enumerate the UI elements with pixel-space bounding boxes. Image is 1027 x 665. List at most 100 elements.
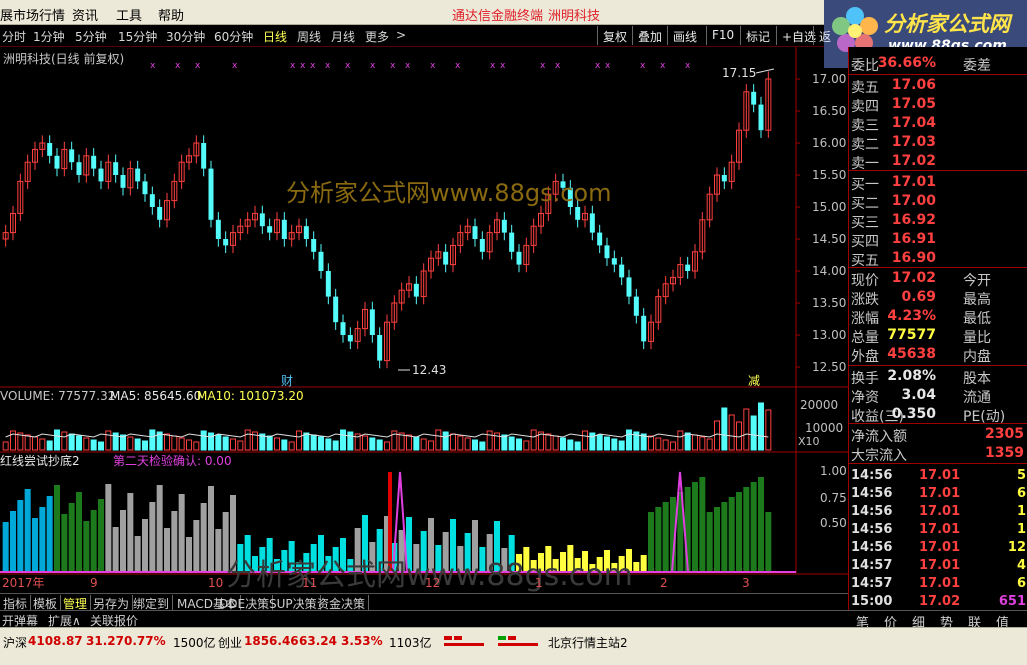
period-15min[interactable]: 15分钟 bbox=[118, 28, 157, 45]
tick-row: 14:57 17.01 6 bbox=[851, 576, 1026, 591]
volume-bar bbox=[61, 431, 68, 451]
indicator-bar bbox=[714, 507, 720, 572]
volume-bar bbox=[618, 440, 625, 451]
candle-body bbox=[201, 143, 207, 169]
volume-bar bbox=[428, 440, 434, 451]
sh-change: 31.27 bbox=[86, 634, 124, 648]
period-more[interactable]: 更多 bbox=[365, 28, 389, 45]
server-name[interactable]: 北京行情主站2 bbox=[548, 634, 628, 651]
draw-button[interactable]: 画线 bbox=[667, 26, 702, 45]
overlay-button[interactable]: 叠加 bbox=[632, 26, 667, 45]
volume-bar bbox=[589, 432, 596, 451]
indicator-signal: 第二天检验确认: 0.00 bbox=[113, 453, 232, 468]
volume-bar bbox=[596, 434, 603, 451]
x-marker: x bbox=[595, 61, 601, 71]
f10-button[interactable]: F10 bbox=[706, 26, 739, 45]
volume-bar bbox=[743, 408, 750, 451]
bid-row: 买五 16.90 bbox=[851, 250, 936, 269]
x-marker: x bbox=[300, 61, 306, 71]
indicator-tab[interactable]: DDE决策 bbox=[216, 595, 274, 611]
volume-bar bbox=[442, 431, 449, 451]
detail-tabs: 笔价细势联值 bbox=[848, 610, 1027, 631]
indicator-tab[interactable]: 指标 bbox=[0, 595, 32, 611]
indicator-bar bbox=[640, 555, 647, 572]
volume-bar bbox=[692, 434, 698, 451]
ind-tick-100: 1.00 bbox=[820, 464, 847, 478]
indicator-tab[interactable]: 绑定到 bbox=[130, 595, 174, 611]
indicator-bar bbox=[721, 502, 728, 572]
indicator-bars bbox=[0, 471, 796, 573]
period-1min[interactable]: 1分钟 bbox=[33, 28, 65, 45]
signal-bar bbox=[388, 472, 392, 572]
candle-body bbox=[758, 104, 764, 131]
ask-row: 卖五 17.06 bbox=[851, 77, 936, 96]
volume-bar bbox=[545, 433, 552, 451]
period-60min[interactable]: 60分钟 bbox=[214, 28, 253, 45]
indicator-bar bbox=[750, 482, 757, 572]
indicator-bar bbox=[10, 511, 16, 572]
volume-bar bbox=[626, 429, 632, 451]
high-label: 17.15 bbox=[722, 66, 756, 80]
candle-body bbox=[597, 232, 603, 246]
volume-bar bbox=[699, 436, 706, 451]
indicator-bar bbox=[699, 477, 706, 572]
cy-pct: 3.53% bbox=[341, 634, 383, 648]
mark-button[interactable]: 标记 bbox=[740, 26, 775, 45]
candle-body bbox=[619, 264, 625, 278]
price-tick: 14.50 bbox=[812, 232, 846, 246]
menu-news[interactable]: 资讯 bbox=[72, 5, 98, 24]
adjust-button[interactable]: 复权 bbox=[597, 26, 632, 45]
volume-bar bbox=[582, 430, 588, 451]
volume-bar bbox=[362, 435, 368, 451]
candle-body bbox=[135, 168, 141, 182]
indicator-tab[interactable]: 管理 bbox=[60, 595, 92, 611]
candle-body bbox=[589, 213, 595, 233]
menu-help[interactable]: 帮助 bbox=[158, 5, 184, 24]
volume-bar bbox=[479, 441, 486, 451]
period-30min[interactable]: 30分钟 bbox=[166, 28, 205, 45]
period-daily[interactable]: 日线 bbox=[263, 28, 287, 45]
volume-bar bbox=[164, 433, 170, 451]
indicator-bar bbox=[156, 485, 163, 572]
candle-body bbox=[311, 239, 317, 252]
candle-body bbox=[149, 194, 155, 207]
indicator-bar bbox=[24, 489, 31, 572]
date-tick: 3 bbox=[742, 576, 750, 590]
volume-bar bbox=[574, 441, 581, 451]
candle-body bbox=[611, 258, 617, 265]
cy-amount: 1103亿 bbox=[389, 636, 432, 650]
indicator-tab[interactable]: 另存为 bbox=[90, 595, 134, 611]
price-tick: 17.00 bbox=[812, 72, 846, 86]
date-tick: 2017年 bbox=[2, 576, 45, 590]
candle-body bbox=[281, 219, 287, 239]
volume-bar bbox=[552, 435, 559, 451]
kline-chart[interactable]: 17.00 16.50 16.00 15.50 15.00 14.50 14.00 13.50… bbox=[0, 47, 848, 610]
menu-tools[interactable]: 工具 bbox=[116, 5, 142, 24]
volume-bar bbox=[266, 435, 273, 451]
date-tick: 2 bbox=[660, 576, 668, 590]
price-tick: 15.00 bbox=[812, 200, 846, 214]
period-5min[interactable]: 5分钟 bbox=[75, 28, 107, 45]
terminal-link[interactable]: 通达信金融终端 bbox=[452, 5, 543, 24]
indicator-bar bbox=[76, 492, 82, 572]
indicator-tab[interactable]: SUP决策 bbox=[266, 595, 321, 611]
indicator-tab[interactable]: 模板 bbox=[30, 595, 62, 611]
sh-pct: 0.77% bbox=[124, 634, 166, 648]
indicator-tab[interactable]: 资金决策 bbox=[314, 595, 370, 611]
x-marker: x bbox=[405, 61, 411, 71]
cy-label: 创业 bbox=[218, 636, 243, 650]
indicator-bar bbox=[706, 512, 713, 572]
period-intraday[interactable]: 分时 bbox=[2, 28, 26, 45]
menu-market[interactable]: 展市场行情 bbox=[0, 5, 65, 24]
stock-name-link[interactable]: 洲明科技 bbox=[548, 5, 600, 24]
volume-bar bbox=[281, 439, 288, 451]
candle-body bbox=[626, 277, 632, 297]
period-monthly[interactable]: 月线 bbox=[331, 28, 355, 45]
volume-bar bbox=[230, 438, 236, 451]
candle-body bbox=[751, 91, 757, 105]
volume-bar bbox=[662, 439, 669, 451]
period-weekly[interactable]: 周线 bbox=[297, 28, 321, 45]
candlesticks bbox=[2, 71, 772, 369]
back-button[interactable]: 返 bbox=[813, 26, 836, 45]
chevron-right-icon[interactable]: > bbox=[396, 28, 406, 42]
